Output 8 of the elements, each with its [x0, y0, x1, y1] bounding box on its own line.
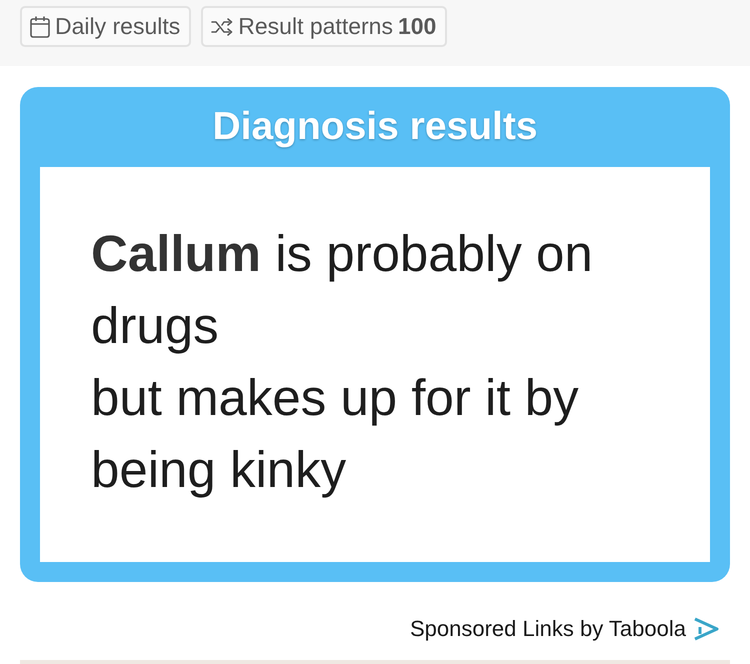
calendar-icon — [30, 16, 50, 38]
sponsored-links-link[interactable]: Sponsored Links by Taboola — [410, 616, 686, 642]
shuffle-icon — [211, 18, 234, 36]
play-logo-icon — [692, 616, 720, 642]
card-title: Diagnosis results — [211, 104, 539, 150]
result-patterns-button[interactable]: Result patterns 100 — [201, 6, 448, 47]
daily-results-button[interactable]: Daily results — [20, 6, 192, 47]
result-text: but makes up for it by being kinky — [91, 368, 580, 500]
